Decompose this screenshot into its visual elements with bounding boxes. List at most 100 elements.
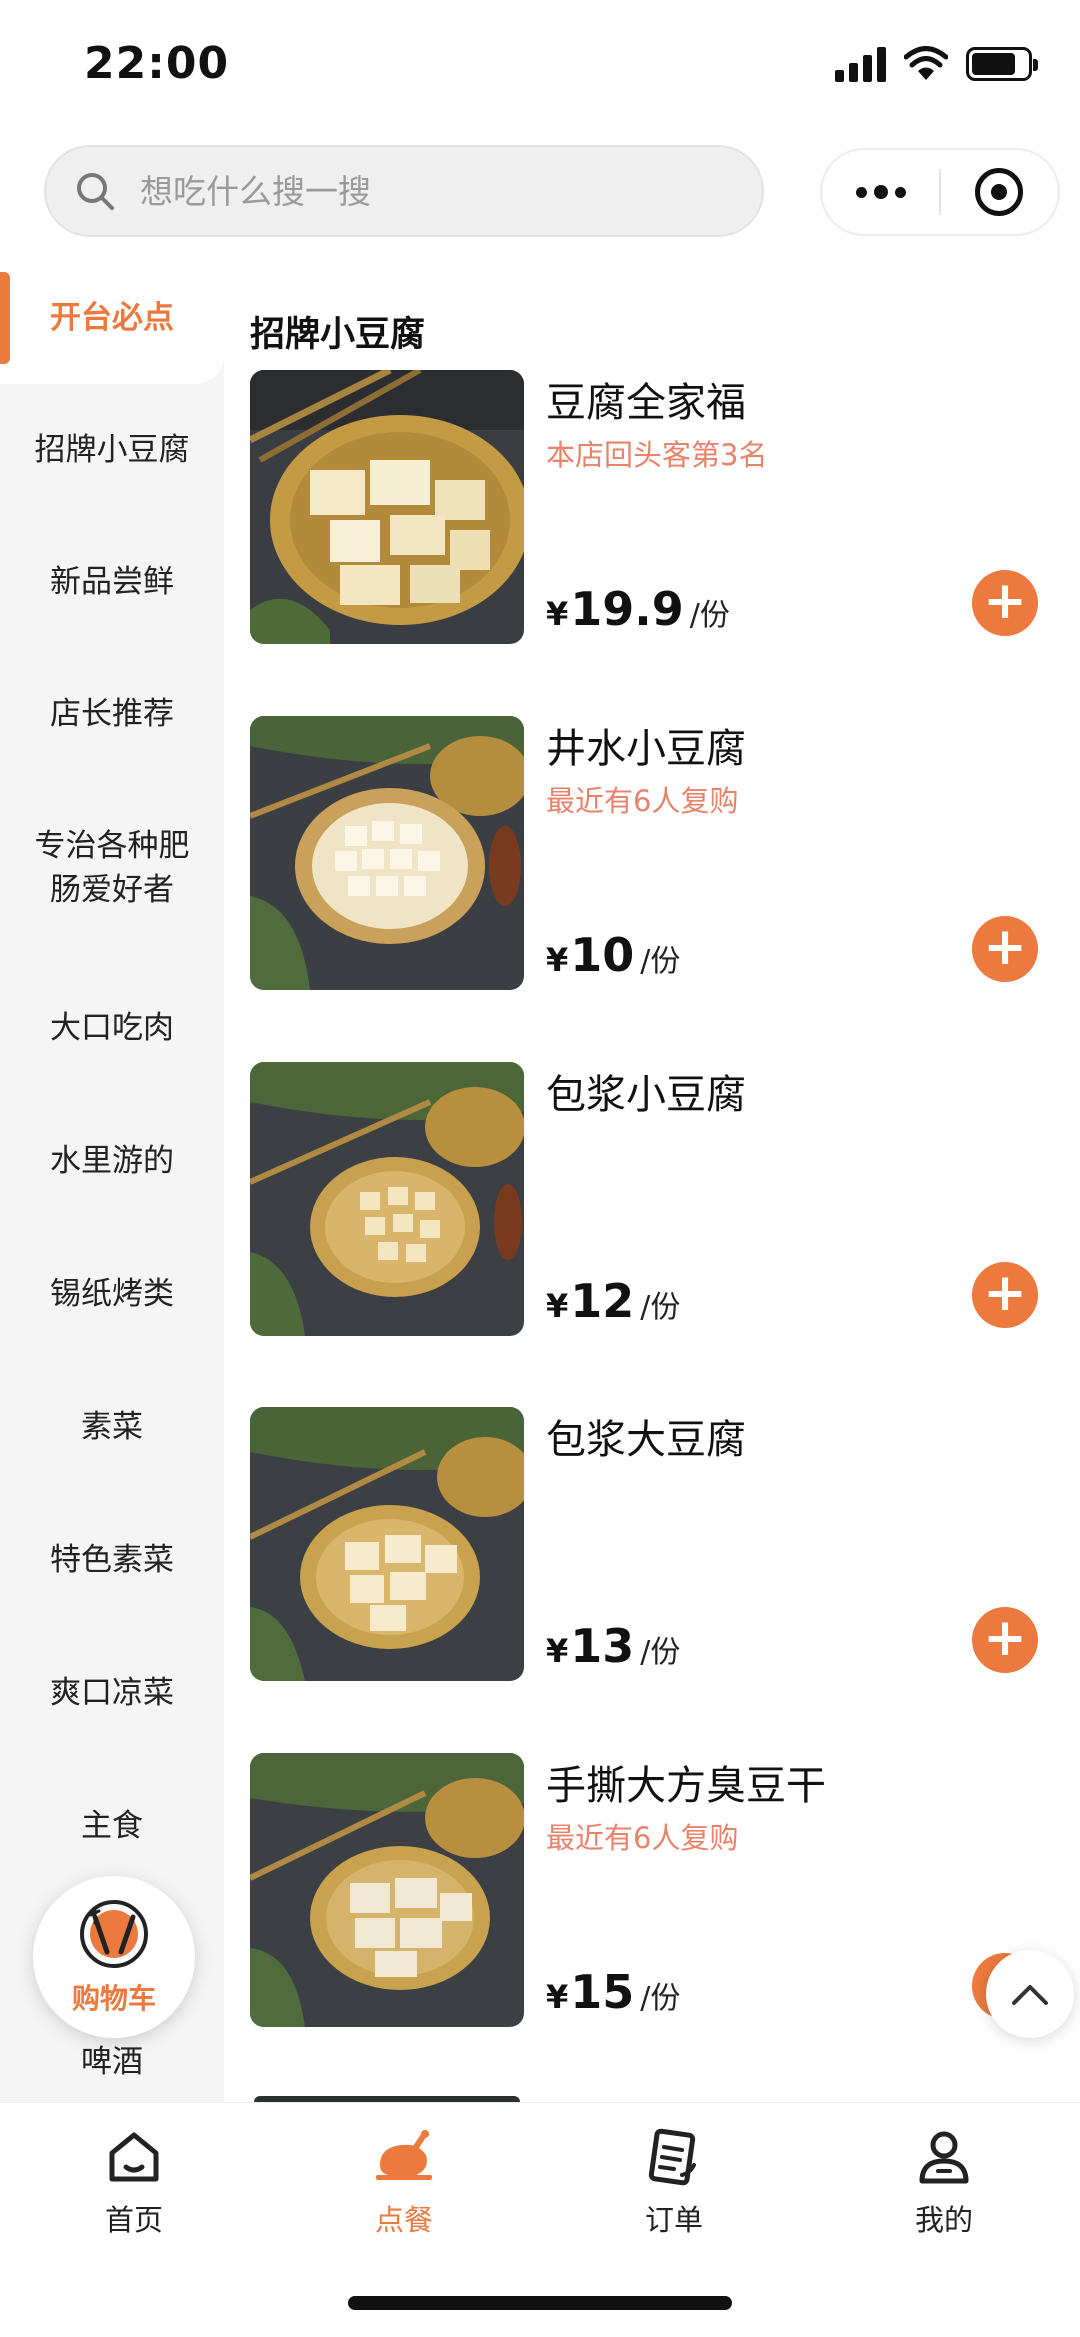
product-price: ¥ 10 /份 bbox=[546, 928, 680, 982]
category-sidebar: 开台必点 招牌小豆腐 新品尝鲜 店长推荐 专治各种肥肠爱好者 大口吃肉 水里游的… bbox=[0, 252, 224, 2102]
currency-symbol: ¥ bbox=[546, 1978, 569, 2016]
sidebar-item-label: 开台必点 bbox=[50, 300, 174, 336]
product-price: ¥ 19.9 /份 bbox=[546, 582, 730, 636]
search-icon bbox=[77, 173, 114, 210]
scroll-to-top-button[interactable] bbox=[986, 1950, 1074, 2038]
miniprogram-capsule bbox=[820, 148, 1060, 236]
sidebar-item-label: 大口吃肉 bbox=[50, 1010, 174, 1046]
target-close-icon bbox=[975, 168, 1024, 216]
sidebar-item-label: 店长推荐 bbox=[50, 696, 174, 732]
search-bar[interactable] bbox=[44, 145, 764, 237]
product-name: 手撕大方臭豆干 bbox=[546, 1763, 826, 1809]
sidebar-item-label: 啤酒 bbox=[81, 2044, 143, 2080]
price-unit: /份 bbox=[640, 1635, 681, 1670]
cellular-signal-icon bbox=[835, 46, 886, 82]
price-amount: 15 bbox=[570, 1965, 635, 2019]
close-miniprogram-button[interactable] bbox=[941, 150, 1058, 234]
price-amount: 13 bbox=[570, 1619, 635, 1673]
tab-label: 我的 bbox=[914, 2203, 973, 2237]
plus-icon: + bbox=[983, 917, 1027, 977]
product-card[interactable]: 豆腐全家福 本店回头客第3名 ¥ 19.9 /份 + bbox=[250, 370, 1060, 645]
chevron-up-icon bbox=[1012, 1985, 1048, 2005]
sidebar-item-dianzhang[interactable]: 店长推荐 bbox=[0, 648, 224, 780]
product-name: 包浆小豆腐 bbox=[546, 1072, 746, 1118]
sidebar-item-label: 主食 bbox=[81, 1808, 143, 1844]
product-image bbox=[250, 370, 524, 644]
sidebar-item-label: 新品尝鲜 bbox=[50, 564, 174, 600]
price-amount: 12 bbox=[570, 1274, 635, 1328]
home-indicator bbox=[348, 2296, 732, 2310]
tab-label: 订单 bbox=[644, 2203, 703, 2237]
add-to-cart-button[interactable]: + bbox=[972, 570, 1038, 636]
product-price: ¥ 12 /份 bbox=[546, 1274, 680, 1328]
price-amount: 10 bbox=[570, 928, 635, 982]
order-list-icon bbox=[648, 2128, 696, 2186]
tab-home[interactable]: 首页 bbox=[34, 2125, 234, 2239]
product-price: ¥ 15 /份 bbox=[546, 1965, 680, 2019]
price-unit: /份 bbox=[640, 944, 681, 979]
add-to-cart-button[interactable]: + bbox=[972, 1607, 1038, 1673]
sidebar-item-label: 锡纸烤类 bbox=[50, 1276, 174, 1312]
cart-label: 购物车 bbox=[71, 1982, 156, 2015]
sidebar-item-label: 特色素菜 bbox=[50, 1542, 174, 1578]
sidebar-item-feichang[interactable]: 专治各种肥肠爱好者 bbox=[0, 780, 224, 956]
tab-order-food[interactable]: 点餐 bbox=[304, 2125, 504, 2239]
product-card[interactable]: 手撕大方臭豆干 最近有6人复购 ¥ 15 /份 + bbox=[250, 1753, 1060, 2028]
status-bar: 22:00 bbox=[0, 0, 1080, 135]
currency-symbol: ¥ bbox=[546, 595, 569, 633]
home-icon bbox=[109, 2132, 159, 2182]
sidebar-item-label: 专治各种肥肠爱好者 bbox=[34, 828, 190, 908]
plus-icon: + bbox=[983, 1608, 1027, 1668]
add-to-cart-button[interactable]: + bbox=[972, 1262, 1038, 1328]
price-unit: /份 bbox=[640, 1981, 681, 2016]
sidebar-item-label: 水里游的 bbox=[50, 1143, 174, 1179]
product-tag: 本店回头客第3名 bbox=[546, 438, 768, 472]
more-button[interactable] bbox=[822, 150, 939, 234]
search-input[interactable] bbox=[140, 171, 700, 211]
sidebar-item-sucai[interactable]: 素菜 bbox=[0, 1361, 224, 1493]
product-card[interactable]: 井水小豆腐 最近有6人复购 ¥ 10 /份 + bbox=[250, 716, 1060, 991]
cart-button[interactable]: 购物车 bbox=[33, 1876, 195, 2038]
product-image bbox=[250, 1407, 524, 1681]
product-name: 包浆大豆腐 bbox=[546, 1417, 746, 1463]
price-amount: 19.9 bbox=[570, 582, 684, 636]
sidebar-item-label: 爽口凉菜 bbox=[50, 1675, 174, 1711]
currency-symbol: ¥ bbox=[546, 1287, 569, 1325]
section-title: 招牌小豆腐 bbox=[250, 315, 426, 355]
tab-profile[interactable]: 我的 bbox=[844, 2125, 1044, 2239]
status-time: 22:00 bbox=[84, 38, 230, 89]
sidebar-item-roulei[interactable]: 大口吃肉 bbox=[0, 962, 224, 1094]
sidebar-item-liangcai[interactable]: 爽口凉菜 bbox=[0, 1627, 224, 1759]
add-to-cart-button[interactable]: + bbox=[972, 916, 1038, 982]
tab-orders[interactable]: 订单 bbox=[574, 2125, 774, 2239]
sidebar-item-shuili[interactable]: 水里游的 bbox=[0, 1095, 224, 1227]
currency-symbol: ¥ bbox=[546, 1632, 569, 1670]
sidebar-item-xinpin[interactable]: 新品尝鲜 bbox=[0, 516, 224, 648]
product-card[interactable]: 包浆小豆腐 ¥ 12 /份 + bbox=[250, 1062, 1060, 1337]
price-unit: /份 bbox=[689, 598, 730, 633]
plus-icon: + bbox=[983, 1263, 1027, 1323]
sidebar-item-zhushi[interactable]: 主食 bbox=[0, 1760, 224, 1892]
sidebar-item-label: 招牌小豆腐 bbox=[34, 432, 190, 468]
product-price: ¥ 13 /份 bbox=[546, 1619, 680, 1673]
tab-label: 首页 bbox=[104, 2203, 163, 2237]
product-image bbox=[250, 716, 524, 990]
product-image bbox=[250, 1062, 524, 1336]
roast-chicken-icon bbox=[376, 2130, 432, 2180]
product-card[interactable]: 包浆大豆腐 ¥ 13 /份 + bbox=[250, 1407, 1060, 1682]
product-tag: 最近有6人复购 bbox=[546, 1821, 739, 1855]
sidebar-item-tese[interactable]: 特色素菜 bbox=[0, 1494, 224, 1626]
sidebar-item-xizhi[interactable]: 锡纸烤类 bbox=[0, 1228, 224, 1360]
currency-symbol: ¥ bbox=[546, 941, 569, 979]
cart-plate-icon bbox=[80, 1900, 148, 1968]
product-tag: 最近有6人复购 bbox=[546, 784, 739, 818]
product-name: 豆腐全家福 bbox=[546, 380, 746, 426]
tab-label: 点餐 bbox=[374, 2203, 433, 2237]
price-unit: /份 bbox=[640, 1290, 681, 1325]
sidebar-item-zhaopai[interactable]: 招牌小豆腐 bbox=[0, 384, 224, 516]
plus-icon: + bbox=[983, 571, 1027, 631]
product-image bbox=[250, 1753, 524, 2027]
battery-icon bbox=[966, 47, 1038, 81]
status-icons bbox=[835, 46, 1038, 82]
sidebar-item-kaitai[interactable]: 开台必点 bbox=[0, 252, 224, 384]
